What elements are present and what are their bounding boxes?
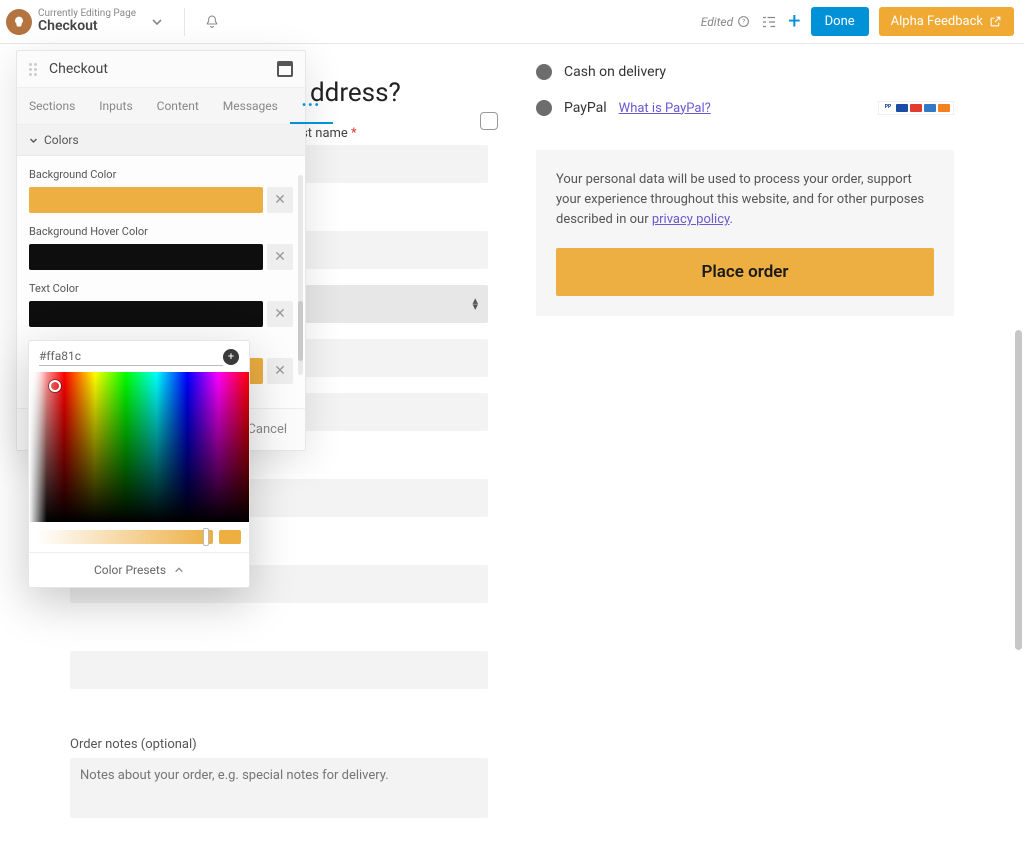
page-title: Checkout [38, 19, 136, 34]
bell-icon [204, 14, 220, 30]
color-label: Background Color [29, 168, 293, 181]
app-logo[interactable] [6, 9, 32, 35]
color-item-text: Text Color ✕ [29, 282, 293, 327]
radio-icon [536, 100, 552, 116]
tab-messages[interactable]: Messages [211, 89, 290, 123]
payment-paypal-row[interactable]: PayPal What is PayPal? PP [536, 90, 954, 126]
alpha-feedback-label: Alpha Feedback [891, 14, 983, 29]
edited-indicator: Edited ? [701, 15, 750, 29]
what-is-paypal-link[interactable]: What is PayPal? [619, 101, 711, 116]
notifications-button[interactable] [197, 7, 227, 37]
order-notes-label: Order notes (optional) [70, 737, 488, 752]
card-icons: PP [878, 101, 954, 115]
select-caret-icon: ▴▾ [472, 298, 478, 310]
divider [184, 8, 185, 36]
order-notes-input[interactable] [70, 758, 488, 818]
page-title-block: Currently Editing Page Checkout [38, 9, 136, 34]
checkout-sidebar: Cash on delivery PayPal What is PayPal? … [536, 54, 954, 822]
clear-color-button[interactable]: ✕ [267, 187, 293, 213]
tab-more[interactable]: ••• [290, 88, 333, 124]
page-scrollbar[interactable] [1015, 330, 1022, 650]
editor-title: Checkout [49, 61, 267, 77]
drag-handle-icon[interactable] [29, 63, 39, 76]
discover-card-icon [938, 104, 950, 112]
color-picker: + Color Presets [28, 340, 250, 588]
top-bar-left: Currently Editing Page Checkout [6, 7, 227, 37]
list-tree-icon [760, 13, 778, 31]
colors-label: Colors [44, 133, 79, 147]
color-presets-toggle[interactable]: Color Presets [29, 552, 249, 587]
svg-text:?: ? [742, 18, 746, 26]
chevron-up-icon [174, 565, 184, 575]
text-color-swatch[interactable] [29, 301, 263, 327]
privacy-policy-link[interactable]: privacy policy [652, 212, 730, 227]
edited-label: Edited [701, 15, 733, 29]
last-name-input[interactable] [287, 145, 488, 183]
title-dropdown[interactable] [142, 7, 172, 37]
editor-header[interactable]: Checkout [17, 51, 305, 88]
mastercard-icon [910, 104, 922, 112]
cod-label: Cash on delivery [564, 64, 666, 80]
ship-different-checkbox[interactable] [480, 112, 498, 130]
paypal-mark-icon: PP [882, 104, 894, 112]
picker-cursor[interactable] [49, 380, 61, 392]
responsive-icon[interactable] [277, 61, 293, 77]
color-label: Background Hover Color [29, 225, 293, 238]
bg-color-swatch[interactable] [29, 187, 263, 213]
last-name-label: Last name * [287, 126, 488, 141]
color-item-bg: Background Color ✕ [29, 168, 293, 213]
clear-color-button[interactable]: ✕ [267, 358, 293, 384]
scroll-thumb[interactable] [298, 301, 303, 361]
clear-color-button[interactable]: ✕ [267, 301, 293, 327]
help-icon[interactable]: ? [737, 15, 750, 28]
add-preset-button[interactable]: + [223, 349, 239, 365]
radio-icon [536, 64, 552, 80]
hex-input[interactable] [39, 347, 223, 366]
editor-tabs: Sections Inputs Content Messages ••• [17, 88, 305, 125]
clear-color-button[interactable]: ✕ [267, 244, 293, 270]
color-label: Text Color [29, 282, 293, 295]
payment-cod-row[interactable]: Cash on delivery [536, 54, 954, 90]
place-order-button[interactable]: Place order [556, 248, 934, 296]
bg-hover-color-swatch[interactable] [29, 244, 263, 270]
amex-card-icon [924, 104, 936, 112]
color-item-bg-hover: Background Hover Color ✕ [29, 225, 293, 270]
alpha-thumb[interactable] [203, 528, 209, 546]
privacy-text: Your personal data will be used to proce… [556, 170, 934, 230]
privacy-box: Your personal data will be used to proce… [536, 150, 954, 316]
outline-button[interactable] [760, 13, 778, 31]
tab-inputs[interactable]: Inputs [87, 89, 144, 123]
tab-sections[interactable]: Sections [17, 89, 87, 123]
external-link-icon [989, 15, 1002, 28]
chevron-down-icon [29, 136, 38, 145]
chevron-down-icon [151, 16, 163, 28]
colors-section-toggle[interactable]: Colors [17, 125, 305, 156]
alpha-feedback-button[interactable]: Alpha Feedback [879, 7, 1014, 36]
done-button[interactable]: Done [811, 7, 869, 36]
top-bar-right: Edited ? + Done Alpha Feedback [701, 7, 1014, 36]
presets-label: Color Presets [94, 563, 166, 577]
add-button[interactable]: + [788, 11, 800, 33]
beaver-icon [11, 14, 27, 30]
tab-content[interactable]: Content [145, 89, 211, 123]
top-bar: Currently Editing Page Checkout Edited ?… [0, 0, 1024, 44]
visa-card-icon [896, 104, 908, 112]
color-spectrum[interactable] [29, 372, 249, 522]
result-swatch [219, 530, 241, 544]
paypal-label: PayPal [564, 100, 607, 116]
alpha-slider[interactable] [37, 530, 213, 544]
zip-input[interactable] [70, 651, 488, 689]
